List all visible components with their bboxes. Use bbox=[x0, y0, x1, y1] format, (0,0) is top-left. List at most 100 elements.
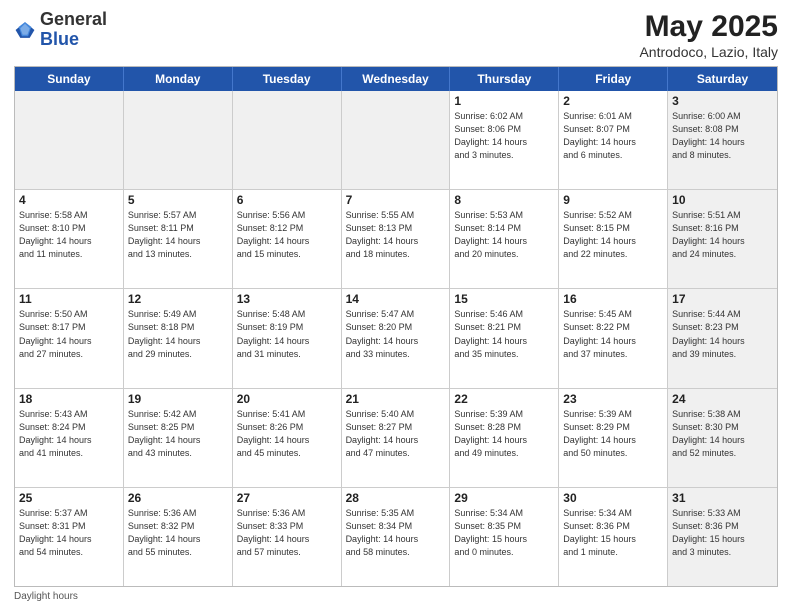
cal-week-3: 11Sunrise: 5:50 AM Sunset: 8:17 PM Dayli… bbox=[15, 289, 777, 388]
cell-info: Sunrise: 5:56 AM Sunset: 8:12 PM Dayligh… bbox=[237, 209, 337, 261]
cal-header-friday: Friday bbox=[559, 67, 668, 91]
cal-cell-27: 27Sunrise: 5:36 AM Sunset: 8:33 PM Dayli… bbox=[233, 488, 342, 586]
cal-header-sunday: Sunday bbox=[15, 67, 124, 91]
day-number: 25 bbox=[19, 491, 119, 505]
logo: General Blue bbox=[14, 10, 107, 50]
day-number: 24 bbox=[672, 392, 773, 406]
day-number: 8 bbox=[454, 193, 554, 207]
day-number: 1 bbox=[454, 94, 554, 108]
cell-info: Sunrise: 5:50 AM Sunset: 8:17 PM Dayligh… bbox=[19, 308, 119, 360]
cell-info: Sunrise: 5:49 AM Sunset: 8:18 PM Dayligh… bbox=[128, 308, 228, 360]
day-number: 19 bbox=[128, 392, 228, 406]
cal-header-monday: Monday bbox=[124, 67, 233, 91]
calendar: SundayMondayTuesdayWednesdayThursdayFrid… bbox=[14, 66, 778, 587]
day-number: 17 bbox=[672, 292, 773, 306]
day-number: 12 bbox=[128, 292, 228, 306]
day-number: 31 bbox=[672, 491, 773, 505]
title-block: May 2025 Antrodoco, Lazio, Italy bbox=[639, 10, 778, 60]
cal-cell-19: 19 Sunrise: 5:42 AM Sunset: 8:25 PM Dayli… bbox=[124, 389, 233, 487]
day-number: 16 bbox=[563, 292, 663, 306]
cal-cell-10: 10Sunrise: 5:51 AM Sunset: 8:16 PM Dayli… bbox=[668, 190, 777, 288]
cell-info: Sunrise: 5:53 AM Sunset: 8:14 PM Dayligh… bbox=[454, 209, 554, 261]
cell-info: Sunrise: 6:01 AM Sunset: 8:07 PM Dayligh… bbox=[563, 110, 663, 162]
cal-week-1: 1Sunrise: 6:02 AM Sunset: 8:06 PM Daylig… bbox=[15, 91, 777, 190]
cal-cell-5: 5 Sunrise: 5:57 AM Sunset: 8:11 PM Daylig… bbox=[124, 190, 233, 288]
cell-info: Sunrise: 5:57 AM Sunset: 8:11 PM Dayligh… bbox=[128, 209, 228, 261]
cal-cell-empty-0-2 bbox=[233, 91, 342, 189]
day-number: 29 bbox=[454, 491, 554, 505]
day-number: 14 bbox=[346, 292, 446, 306]
day-number: 6 bbox=[237, 193, 337, 207]
calendar-title: May 2025 bbox=[639, 10, 778, 44]
cal-cell-18: 18Sunrise: 5:43 AM Sunset: 8:24 PM Dayli… bbox=[15, 389, 124, 487]
day-number: 15 bbox=[454, 292, 554, 306]
cell-info: Sunrise: 5:43 AM Sunset: 8:24 PM Dayligh… bbox=[19, 408, 119, 460]
logo-general-text: General Blue bbox=[40, 9, 107, 49]
page: General Blue May 2025 Antrodoco, Lazio, … bbox=[0, 0, 792, 612]
cal-cell-7: 7Sunrise: 5:55 AM Sunset: 8:13 PM Daylig… bbox=[342, 190, 451, 288]
cell-info: Sunrise: 5:35 AM Sunset: 8:34 PM Dayligh… bbox=[346, 507, 446, 559]
header: General Blue May 2025 Antrodoco, Lazio, … bbox=[14, 10, 778, 60]
cell-info: Sunrise: 5:47 AM Sunset: 8:20 PM Dayligh… bbox=[346, 308, 446, 360]
day-number: 7 bbox=[346, 193, 446, 207]
calendar-subtitle: Antrodoco, Lazio, Italy bbox=[639, 44, 778, 60]
cal-cell-3: 3 Sunrise: 6:00 AM Sunset: 8:08 PM Daylig… bbox=[668, 91, 777, 189]
cal-cell-17: 17 Sunrise: 5:44 AM Sunset: 8:23 PM Dayli… bbox=[668, 289, 777, 387]
cal-cell-4: 4Sunrise: 5:58 AM Sunset: 8:10 PM Daylig… bbox=[15, 190, 124, 288]
cal-cell-26: 26 Sunrise: 5:36 AM Sunset: 8:32 PM Dayli… bbox=[124, 488, 233, 586]
cell-info: Sunrise: 5:41 AM Sunset: 8:26 PM Dayligh… bbox=[237, 408, 337, 460]
cell-info: Sunrise: 5:36 AM Sunset: 8:32 PM Dayligh… bbox=[128, 507, 228, 559]
cell-info: Sunrise: 5:44 AM Sunset: 8:23 PM Dayligh… bbox=[672, 308, 773, 360]
cell-info: Sunrise: 5:39 AM Sunset: 8:29 PM Dayligh… bbox=[563, 408, 663, 460]
footer-note: Daylight hours bbox=[14, 591, 778, 602]
logo-text: General Blue bbox=[40, 10, 107, 50]
cell-info: Sunrise: 5:34 AM Sunset: 8:36 PM Dayligh… bbox=[563, 507, 663, 559]
day-number: 27 bbox=[237, 491, 337, 505]
cell-info: Sunrise: 5:51 AM Sunset: 8:16 PM Dayligh… bbox=[672, 209, 773, 261]
cal-cell-21: 21Sunrise: 5:40 AM Sunset: 8:27 PM Dayli… bbox=[342, 389, 451, 487]
day-number: 9 bbox=[563, 193, 663, 207]
day-number: 21 bbox=[346, 392, 446, 406]
day-number: 2 bbox=[563, 94, 663, 108]
day-number: 20 bbox=[237, 392, 337, 406]
cal-cell-11: 11Sunrise: 5:50 AM Sunset: 8:17 PM Dayli… bbox=[15, 289, 124, 387]
cal-cell-22: 22 Sunrise: 5:39 AM Sunset: 8:28 PM Dayli… bbox=[450, 389, 559, 487]
cal-cell-6: 6 Sunrise: 5:56 AM Sunset: 8:12 PM Daylig… bbox=[233, 190, 342, 288]
cal-cell-16: 16 Sunrise: 5:45 AM Sunset: 8:22 PM Dayli… bbox=[559, 289, 668, 387]
day-number: 22 bbox=[454, 392, 554, 406]
cal-header-tuesday: Tuesday bbox=[233, 67, 342, 91]
cal-cell-15: 15 Sunrise: 5:46 AM Sunset: 8:21 PM Dayli… bbox=[450, 289, 559, 387]
cell-info: Sunrise: 6:00 AM Sunset: 8:08 PM Dayligh… bbox=[672, 110, 773, 162]
cal-cell-20: 20 Sunrise: 5:41 AM Sunset: 8:26 PM Dayli… bbox=[233, 389, 342, 487]
cal-cell-empty-0-1 bbox=[124, 91, 233, 189]
cal-cell-1: 1Sunrise: 6:02 AM Sunset: 8:06 PM Daylig… bbox=[450, 91, 559, 189]
cell-info: Sunrise: 5:34 AM Sunset: 8:35 PM Dayligh… bbox=[454, 507, 554, 559]
cal-cell-28: 28 Sunrise: 5:35 AM Sunset: 8:34 PM Dayli… bbox=[342, 488, 451, 586]
cell-info: Sunrise: 5:42 AM Sunset: 8:25 PM Dayligh… bbox=[128, 408, 228, 460]
day-number: 28 bbox=[346, 491, 446, 505]
cell-info: Sunrise: 5:45 AM Sunset: 8:22 PM Dayligh… bbox=[563, 308, 663, 360]
cal-cell-23: 23 Sunrise: 5:39 AM Sunset: 8:29 PM Dayli… bbox=[559, 389, 668, 487]
cell-info: Sunrise: 5:52 AM Sunset: 8:15 PM Dayligh… bbox=[563, 209, 663, 261]
cal-cell-30: 30Sunrise: 5:34 AM Sunset: 8:36 PM Dayli… bbox=[559, 488, 668, 586]
cell-info: Sunrise: 5:46 AM Sunset: 8:21 PM Dayligh… bbox=[454, 308, 554, 360]
day-number: 4 bbox=[19, 193, 119, 207]
logo-icon bbox=[14, 19, 36, 41]
calendar-body: 1Sunrise: 6:02 AM Sunset: 8:06 PM Daylig… bbox=[15, 91, 777, 586]
cal-cell-13: 13Sunrise: 5:48 AM Sunset: 8:19 PM Dayli… bbox=[233, 289, 342, 387]
day-number: 5 bbox=[128, 193, 228, 207]
cell-info: Sunrise: 5:38 AM Sunset: 8:30 PM Dayligh… bbox=[672, 408, 773, 460]
day-number: 26 bbox=[128, 491, 228, 505]
day-number: 3 bbox=[672, 94, 773, 108]
cal-cell-empty-0-3 bbox=[342, 91, 451, 189]
cal-header-saturday: Saturday bbox=[668, 67, 777, 91]
day-number: 23 bbox=[563, 392, 663, 406]
cell-info: Sunrise: 5:48 AM Sunset: 8:19 PM Dayligh… bbox=[237, 308, 337, 360]
cal-cell-empty-0-0 bbox=[15, 91, 124, 189]
cal-cell-24: 24 Sunrise: 5:38 AM Sunset: 8:30 PM Dayli… bbox=[668, 389, 777, 487]
cal-header-wednesday: Wednesday bbox=[342, 67, 451, 91]
cal-header-thursday: Thursday bbox=[450, 67, 559, 91]
cell-info: Sunrise: 5:39 AM Sunset: 8:28 PM Dayligh… bbox=[454, 408, 554, 460]
calendar-header-row: SundayMondayTuesdayWednesdayThursdayFrid… bbox=[15, 67, 777, 91]
cell-info: Sunrise: 5:33 AM Sunset: 8:36 PM Dayligh… bbox=[672, 507, 773, 559]
